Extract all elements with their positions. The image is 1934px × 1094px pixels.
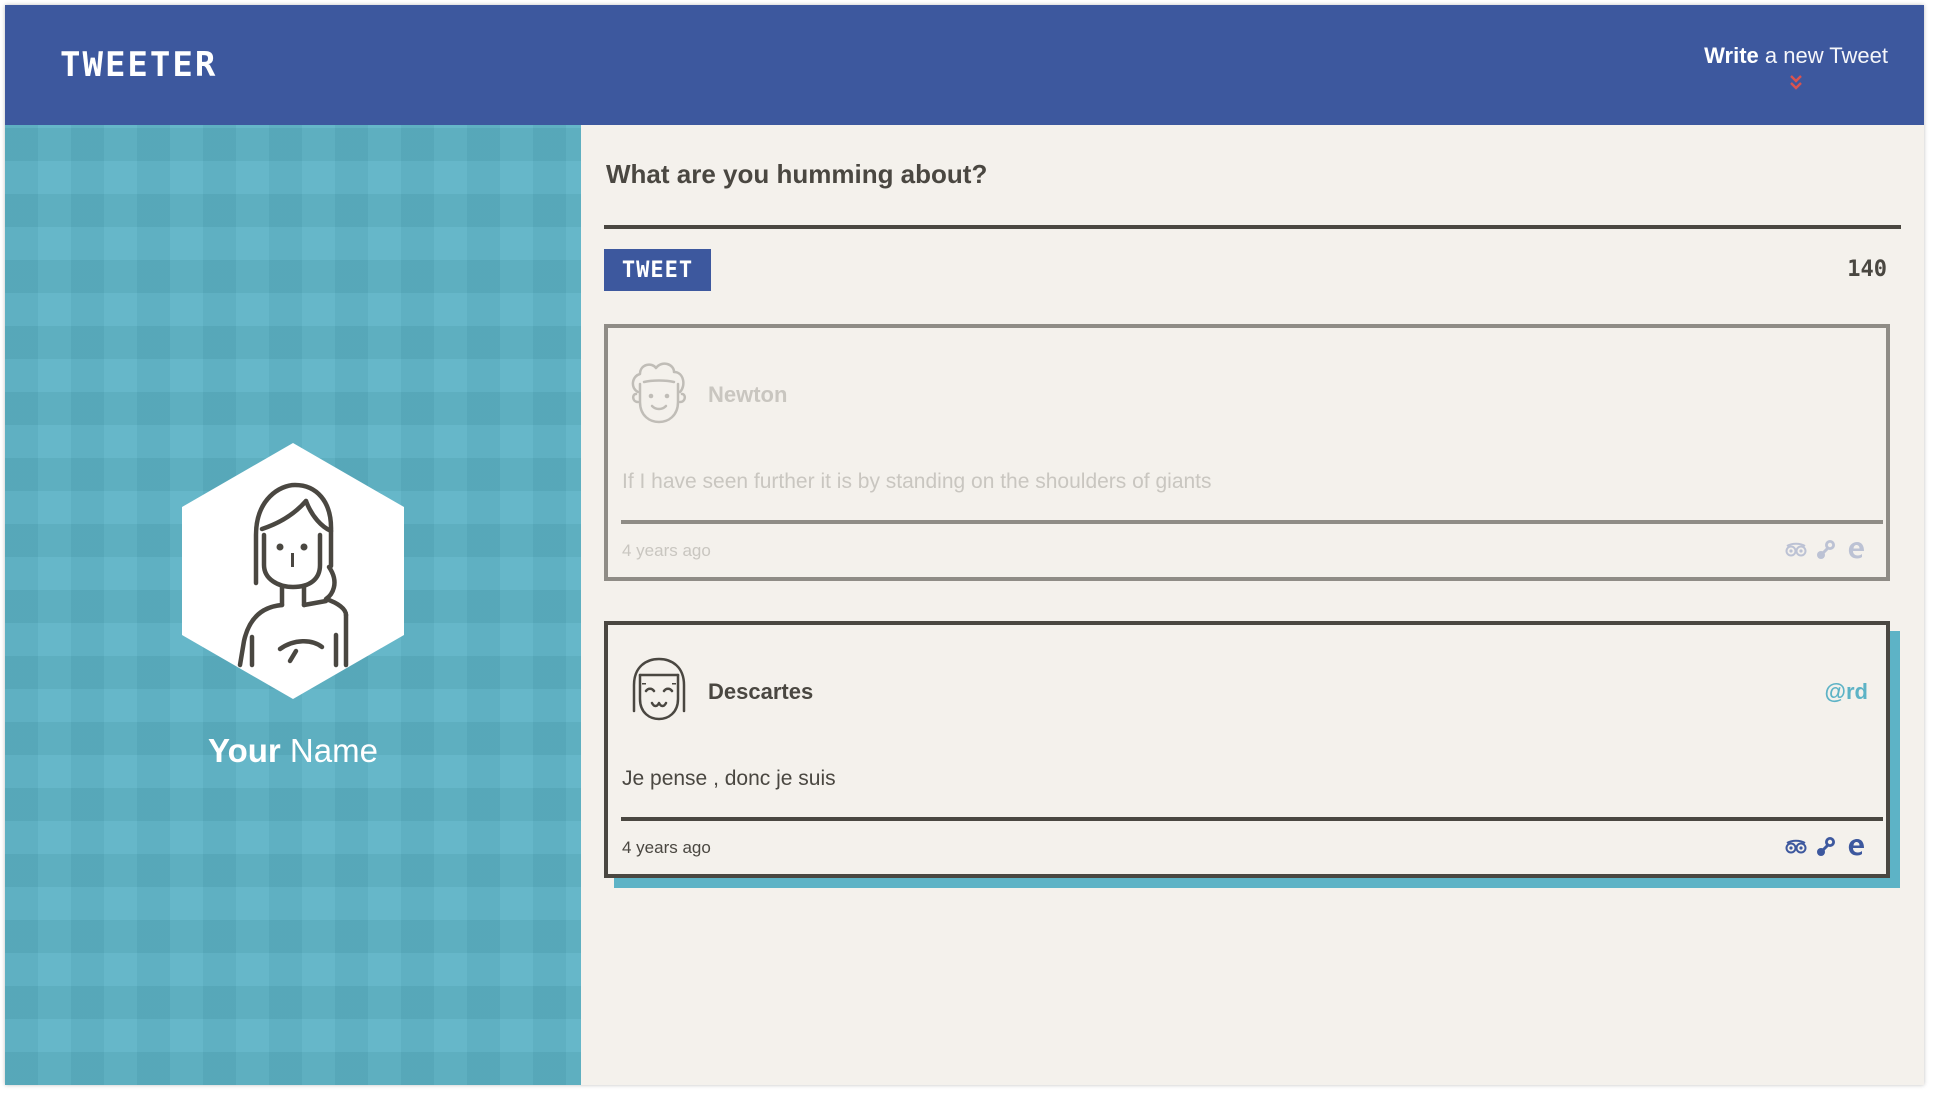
- app-logo[interactable]: TWEETER: [60, 45, 217, 85]
- compose-divider: [604, 225, 1901, 229]
- tweet-actions: [1784, 538, 1868, 562]
- steam-icon[interactable]: [1814, 835, 1838, 859]
- double-chevron-down-icon[interactable]: [1785, 73, 1807, 93]
- tripadvisor-icon[interactable]: [1784, 835, 1808, 859]
- write-link-light: a new Tweet: [1758, 43, 1888, 68]
- edge-icon[interactable]: [1844, 538, 1868, 562]
- curly-hair-man-icon: [631, 362, 686, 424]
- main-content: What are you humming about? TWEET 140 Ne…: [581, 125, 1924, 1085]
- tweet-actions: [1784, 835, 1868, 859]
- profile-name: Your Name: [5, 732, 581, 770]
- write-link-strong: Write: [1704, 43, 1759, 68]
- tweet-card-descartes[interactable]: Descartes @rd Je pense , donc je suis 4 …: [604, 621, 1890, 878]
- tweet-text: If I have seen further it is by standing…: [622, 470, 1212, 493]
- char-counter: 140: [1847, 257, 1887, 282]
- tweet-card-newton[interactable]: Newton If I have seen further it is by s…: [604, 324, 1890, 581]
- edge-icon[interactable]: [1844, 835, 1868, 859]
- tweet-handle[interactable]: @rd: [1825, 679, 1868, 705]
- tripadvisor-icon[interactable]: [1784, 538, 1808, 562]
- tweet-divider: [621, 817, 1883, 821]
- profile-first-name: Your: [208, 732, 281, 769]
- tweet-author[interactable]: Descartes: [708, 679, 813, 705]
- tweet-author[interactable]: Newton: [708, 382, 787, 408]
- profile-sidebar: Your Name: [5, 125, 581, 1085]
- steam-icon[interactable]: [1814, 538, 1838, 562]
- tweet-timestamp: 4 years ago: [622, 838, 711, 857]
- tweet-button[interactable]: TWEET: [604, 249, 711, 291]
- top-header: TWEETER Write a new Tweet: [5, 5, 1924, 125]
- tweet-divider: [621, 520, 1883, 524]
- write-new-tweet-link[interactable]: Write a new Tweet: [1704, 43, 1888, 90]
- profile-last-name: Name: [280, 732, 378, 769]
- tweet-timestamp: 4 years ago: [622, 541, 711, 560]
- app-frame: TWEETER Write a new Tweet Your Name What…: [5, 5, 1924, 1085]
- compose-prompt[interactable]: What are you humming about?: [606, 159, 987, 190]
- bob-hair-woman-icon: [632, 657, 686, 721]
- profile-avatar[interactable]: [182, 443, 404, 699]
- tweet-text: Je pense , donc je suis: [622, 767, 836, 790]
